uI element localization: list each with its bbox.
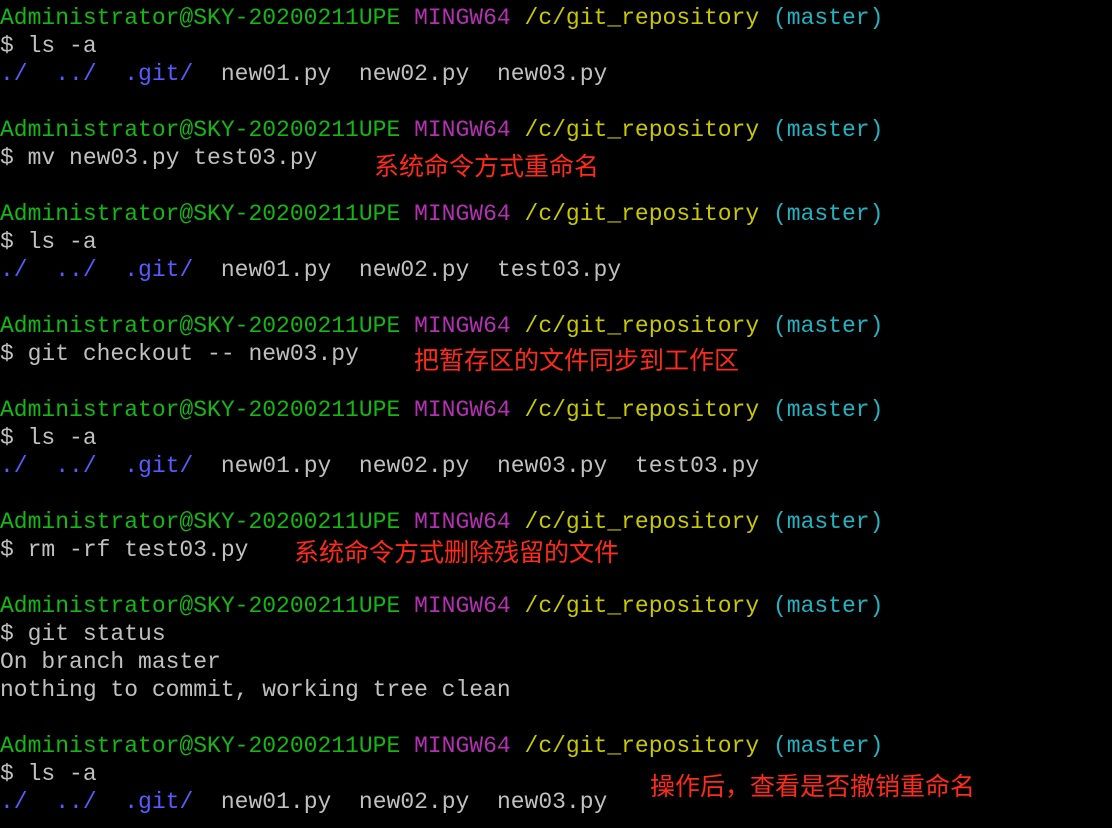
ls-directory-entry: ./ [0, 789, 28, 815]
prompt-user: Administrator@SKY-20200211UPE [0, 397, 401, 423]
command-line: $ git checkout -- new03.py [0, 340, 359, 368]
ls-file-entry: new01.py [220, 257, 332, 283]
prompt-branch: (master) [772, 5, 884, 31]
prompt-path: /c/git_repository [524, 313, 760, 339]
annotation-note: 操作后，查看是否撤销重命名 [650, 772, 976, 801]
prompt-line: Administrator@SKY-20200211UPE MINGW64 /c… [0, 396, 883, 424]
command-line: $ ls -a [0, 228, 97, 256]
command-text: $ ls -a [0, 761, 97, 787]
terminal-window[interactable]: Administrator@SKY-20200211UPE MINGW64 /c… [0, 0, 1112, 828]
prompt-line: Administrator@SKY-20200211UPE MINGW64 /c… [0, 732, 883, 760]
ls-directory-entry: ./ [0, 61, 28, 87]
prompt-branch: (master) [772, 313, 884, 339]
prompt-shell: MINGW64 [414, 733, 511, 759]
output-text: On branch master [0, 649, 221, 675]
command-line: $ ls -a [0, 32, 97, 60]
prompt-line: Administrator@SKY-20200211UPE MINGW64 /c… [0, 116, 883, 144]
command-text: $ ls -a [0, 33, 97, 59]
prompt-user: Administrator@SKY-20200211UPE [0, 201, 401, 227]
prompt-user: Administrator@SKY-20200211UPE [0, 509, 401, 535]
command-text: $ ls -a [0, 425, 97, 451]
prompt-shell: MINGW64 [414, 397, 511, 423]
ls-file-entry: test03.py [496, 257, 622, 283]
prompt-line: Administrator@SKY-20200211UPE MINGW64 /c… [0, 4, 883, 32]
ls-file-entry: new03.py [496, 61, 608, 87]
command-line: $ ls -a [0, 760, 97, 788]
command-text: $ rm -rf test03.py [0, 537, 249, 563]
ls-directory-entry: ../ [55, 61, 97, 87]
prompt-user: Administrator@SKY-20200211UPE [0, 593, 401, 619]
annotation-note: 把暂存区的文件同步到工作区 [414, 346, 740, 375]
prompt-shell: MINGW64 [414, 509, 511, 535]
annotation-note: 系统命令方式重命名 [374, 152, 600, 181]
prompt-path: /c/git_repository [524, 509, 760, 535]
ls-directory-entry: .git/ [124, 61, 194, 87]
prompt-user: Administrator@SKY-20200211UPE [0, 733, 401, 759]
ls-directory-entry: .git/ [124, 789, 194, 815]
prompt-user: Administrator@SKY-20200211UPE [0, 5, 401, 31]
ls-file-entry: new01.py [220, 453, 332, 479]
prompt-path: /c/git_repository [524, 593, 760, 619]
ls-directory-entry: ../ [55, 257, 97, 283]
prompt-shell: MINGW64 [414, 313, 511, 339]
command-line: $ git status [0, 620, 166, 648]
prompt-branch: (master) [772, 733, 884, 759]
ls-file-entry: new02.py [358, 61, 470, 87]
ls-directory-entry: .git/ [124, 257, 194, 283]
ls-directory-entry: ../ [55, 789, 97, 815]
prompt-path: /c/git_repository [524, 5, 760, 31]
prompt-line: Administrator@SKY-20200211UPE MINGW64 /c… [0, 592, 883, 620]
ls-file-entry: new02.py [358, 257, 470, 283]
command-text: $ git status [0, 621, 166, 647]
output-line: On branch master [0, 648, 221, 676]
prompt-branch: (master) [772, 509, 884, 535]
output-line: ./ ../ .git/ new01.py new02.py new03.py [0, 788, 607, 816]
ls-directory-entry: ../ [55, 453, 97, 479]
command-line: $ mv new03.py test03.py [0, 144, 317, 172]
output-line: ./ ../ .git/ new01.py new02.py test03.py [0, 256, 621, 284]
command-text: $ git checkout -- new03.py [0, 341, 359, 367]
ls-file-entry: new03.py [496, 453, 608, 479]
ls-directory-entry: ./ [0, 257, 28, 283]
prompt-shell: MINGW64 [414, 5, 511, 31]
output-line: ./ ../ .git/ new01.py new02.py new03.py [0, 60, 607, 88]
prompt-shell: MINGW64 [414, 593, 511, 619]
command-text: $ ls -a [0, 229, 97, 255]
ls-file-entry: new02.py [358, 453, 470, 479]
prompt-branch: (master) [772, 397, 884, 423]
prompt-line: Administrator@SKY-20200211UPE MINGW64 /c… [0, 508, 883, 536]
prompt-shell: MINGW64 [414, 201, 511, 227]
prompt-branch: (master) [772, 117, 884, 143]
command-text: $ mv new03.py test03.py [0, 145, 318, 171]
output-line: nothing to commit, working tree clean [0, 676, 511, 704]
prompt-line: Administrator@SKY-20200211UPE MINGW64 /c… [0, 312, 883, 340]
prompt-path: /c/git_repository [524, 117, 760, 143]
prompt-path: /c/git_repository [524, 201, 760, 227]
annotation-note: 系统命令方式删除残留的文件 [294, 538, 620, 567]
prompt-user: Administrator@SKY-20200211UPE [0, 117, 401, 143]
ls-directory-entry: ./ [0, 453, 28, 479]
command-line: $ ls -a [0, 424, 97, 452]
prompt-line: Administrator@SKY-20200211UPE MINGW64 /c… [0, 200, 883, 228]
prompt-path: /c/git_repository [524, 397, 760, 423]
ls-file-entry: new01.py [220, 789, 332, 815]
ls-file-entry: test03.py [634, 453, 760, 479]
output-text: nothing to commit, working tree clean [0, 677, 511, 703]
ls-file-entry: new03.py [496, 789, 608, 815]
prompt-shell: MINGW64 [414, 117, 511, 143]
prompt-branch: (master) [772, 593, 884, 619]
prompt-branch: (master) [772, 201, 884, 227]
prompt-path: /c/git_repository [524, 733, 760, 759]
command-line: $ rm -rf test03.py [0, 536, 248, 564]
ls-file-entry: new02.py [358, 789, 470, 815]
ls-directory-entry: .git/ [124, 453, 194, 479]
ls-file-entry: new01.py [220, 61, 332, 87]
prompt-user: Administrator@SKY-20200211UPE [0, 313, 401, 339]
output-line: ./ ../ .git/ new01.py new02.py new03.py … [0, 452, 759, 480]
